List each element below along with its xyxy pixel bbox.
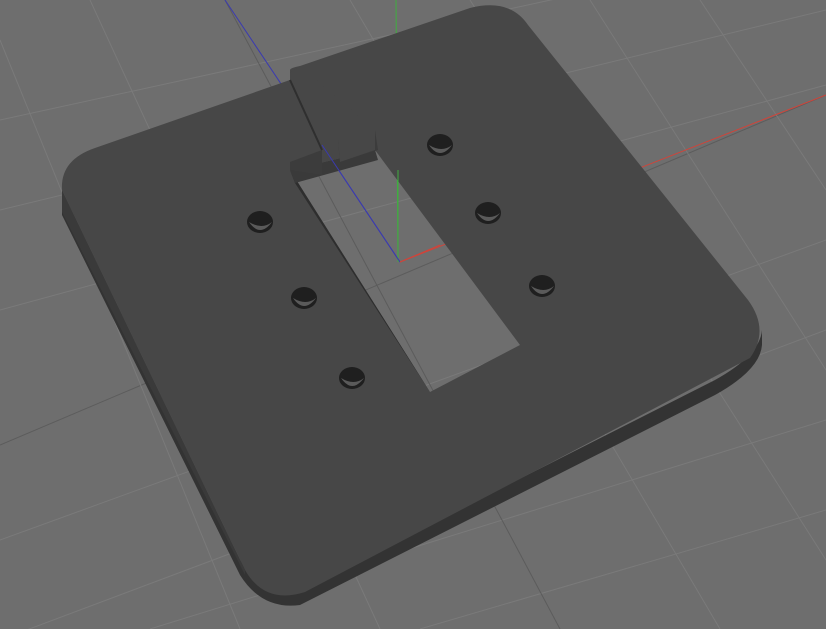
hole-1[interactable] [247,211,273,233]
hole-5[interactable] [475,202,501,224]
hole-6[interactable] [529,275,555,297]
hole-3[interactable] [339,367,365,389]
hole-4[interactable] [427,134,453,156]
hole-2[interactable] [291,287,317,309]
viewport-canvas[interactable] [0,0,826,629]
3d-viewport[interactable] [0,0,826,629]
